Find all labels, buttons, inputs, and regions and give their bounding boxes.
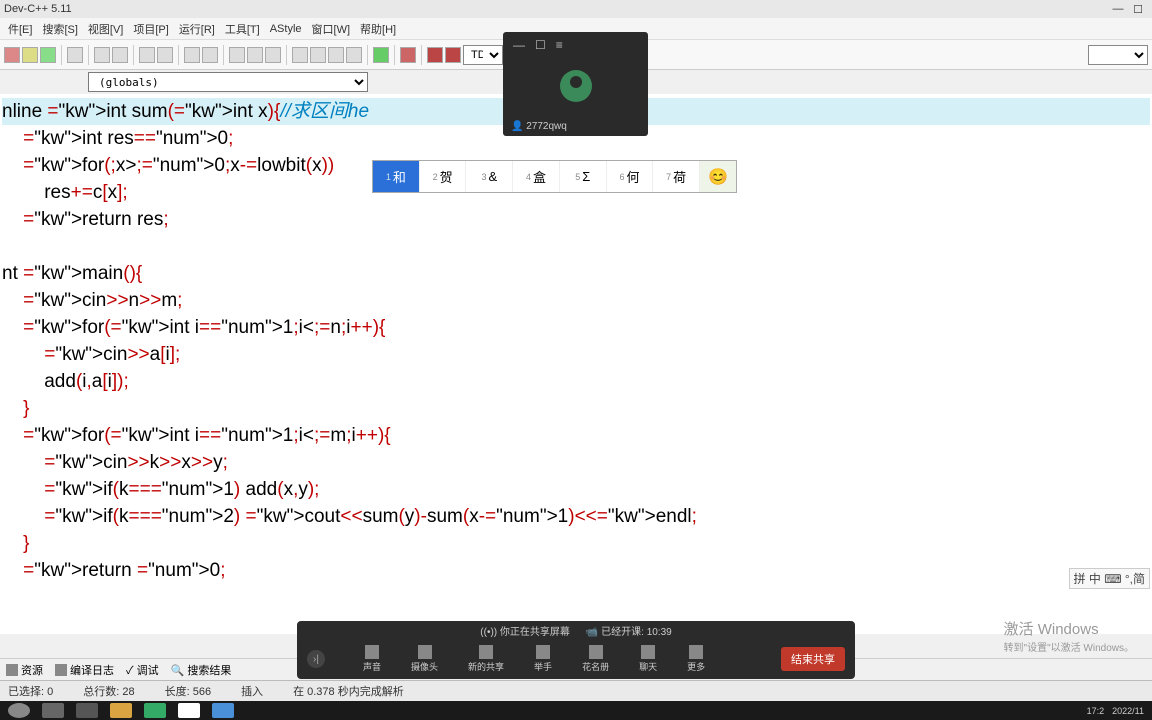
code-line[interactable]: ="kw">if(k==="num">1) add(x,y); [2, 476, 1150, 503]
code-line[interactable]: add(i,a[i]); [2, 368, 1150, 395]
ime-candidate[interactable]: 3& [466, 161, 513, 192]
back-icon[interactable] [229, 47, 245, 63]
avatar [560, 70, 592, 102]
ime-candidate-bar[interactable]: 1和2贺3&4盒5Σ6何7荷😊 [372, 160, 737, 193]
status-selection: 已选择: 0 [8, 683, 53, 699]
taskbar-app1[interactable] [76, 703, 98, 718]
video-min-icon[interactable]: — [513, 38, 525, 52]
menu-tools[interactable]: 工具[T] [220, 21, 265, 37]
compiler-combo1[interactable]: TD [463, 45, 503, 65]
find-icon[interactable] [139, 47, 155, 63]
meeting-more[interactable]: 更多 [687, 645, 705, 673]
video-menu-icon[interactable]: ≡ [556, 38, 563, 52]
tab-debug[interactable]: ✓ 调试 [126, 662, 159, 678]
tab-resource[interactable]: 资源 [6, 662, 43, 678]
replace-icon[interactable] [157, 47, 173, 63]
status-lines: 总行数: 28 [83, 683, 134, 699]
tab-compile-log[interactable]: 编译日志 [55, 662, 114, 678]
clock-date[interactable]: 2022/11 [1112, 706, 1144, 716]
print-icon[interactable] [67, 47, 83, 63]
tab-search-results[interactable]: 🔍 搜索结果 [171, 662, 232, 678]
ime-candidate[interactable]: 1和 [373, 161, 420, 192]
ime-candidate[interactable]: 6何 [607, 161, 654, 192]
taskbar-app2[interactable] [144, 703, 166, 718]
maximize-button[interactable]: ☐ [1128, 3, 1148, 16]
toggle2-icon[interactable] [202, 47, 218, 63]
menu-view[interactable]: 视图[V] [83, 21, 128, 37]
save-icon[interactable] [40, 47, 56, 63]
share-status: ((•)) 你正在共享屏幕 [480, 623, 570, 638]
compiler-combo2[interactable] [1088, 45, 1148, 65]
taskbar-search-icon[interactable] [8, 703, 30, 718]
menu-help[interactable]: 帮助[H] [355, 21, 401, 37]
meeting-newshare[interactable]: 新的共享 [468, 645, 504, 673]
ime-candidate[interactable]: 2贺 [420, 161, 467, 192]
status-length: 长度: 566 [165, 683, 211, 699]
ime-candidate[interactable]: 5Σ [560, 161, 607, 192]
status-bar: 已选择: 0 总行数: 28 长度: 566 插入 在 0.378 秒内完成解析 [0, 680, 1152, 701]
clock-time[interactable]: 17:2 [1087, 706, 1105, 716]
taskbar[interactable]: 17:2 2022/11 [0, 701, 1152, 720]
video-max-icon[interactable]: ☐ [535, 38, 546, 52]
debug2-icon[interactable] [445, 47, 461, 63]
code-line[interactable]: ="kw">if(k==="num">2) ="kw">cout<<sum(y)… [2, 503, 1150, 530]
grid3-icon[interactable] [328, 47, 344, 63]
taskbar-chrome[interactable] [178, 703, 200, 718]
taskbar-explorer[interactable] [110, 703, 132, 718]
ime-indicator[interactable]: 拼 中 ⌨ °,简 [1069, 568, 1150, 589]
grid1-icon[interactable] [292, 47, 308, 63]
stop-icon[interactable] [400, 47, 416, 63]
code-line[interactable]: ="kw">return res; [2, 206, 1150, 233]
open-icon[interactable] [22, 47, 38, 63]
grid4-icon[interactable] [346, 47, 362, 63]
meeting-camera[interactable]: 摄像头 [411, 645, 438, 673]
code-line[interactable]: ="kw">for(="kw">int i=="num">1;i<;=n;i++… [2, 314, 1150, 341]
title-bar: Dev-C++ 5.11 — ☐ [0, 0, 1152, 18]
code-line[interactable] [2, 233, 1150, 260]
menu-window[interactable]: 窗口[W] [307, 21, 356, 37]
status-parse-time: 在 0.378 秒内完成解析 [293, 683, 404, 699]
toggle1-icon[interactable] [184, 47, 200, 63]
meeting-expand-icon[interactable]: ›| [307, 650, 325, 668]
fwd-icon[interactable] [247, 47, 263, 63]
code-line[interactable]: ="kw">cin>>n>>m; [2, 287, 1150, 314]
code-line[interactable]: ="kw">cin>>a[i]; [2, 341, 1150, 368]
meeting-toolbar[interactable]: ((•)) 你正在共享屏幕 📹 已经开课: 10:39 ›| 声音 摄像头 新的… [297, 621, 855, 679]
code-line[interactable]: nt ="kw">main(){ [2, 260, 1150, 287]
menu-astyle[interactable]: AStyle [265, 23, 307, 35]
meeting-timer: 📹 已经开课: 10:39 [586, 623, 672, 638]
ime-candidate[interactable]: 4盒 [513, 161, 560, 192]
ime-emoji-button[interactable]: 😊 [700, 161, 736, 192]
meeting-raisehand[interactable]: 举手 [534, 645, 552, 673]
video-username: 👤 2772qwq [511, 121, 567, 132]
taskbar-devcpp[interactable] [212, 703, 234, 718]
minimize-button[interactable]: — [1108, 3, 1128, 15]
compile-icon[interactable] [373, 47, 389, 63]
bookmark-icon[interactable] [265, 47, 281, 63]
code-line[interactable]: } [2, 530, 1150, 557]
undo-icon[interactable] [94, 47, 110, 63]
code-line[interactable]: ="kw">return ="num">0; [2, 557, 1150, 584]
new-icon[interactable] [4, 47, 20, 63]
ime-candidate[interactable]: 7荷 [653, 161, 700, 192]
meeting-roster[interactable]: 花名册 [582, 645, 609, 673]
meeting-chat[interactable]: 聊天 [639, 645, 657, 673]
globals-dropdown[interactable]: (globals) [88, 72, 368, 92]
grid2-icon[interactable] [310, 47, 326, 63]
status-insert: 插入 [241, 683, 263, 699]
debug1-icon[interactable] [427, 47, 443, 63]
menu-run[interactable]: 运行[R] [174, 21, 220, 37]
app-title: Dev-C++ 5.11 [4, 3, 72, 15]
meeting-audio[interactable]: 声音 [363, 645, 381, 673]
redo-icon[interactable] [112, 47, 128, 63]
code-line[interactable]: ="kw">cin>>k>>x>>y; [2, 449, 1150, 476]
menu-project[interactable]: 项目[P] [128, 21, 173, 37]
meeting-end-share-button[interactable]: 结束共享 [781, 647, 845, 671]
taskbar-taskview-icon[interactable] [42, 703, 64, 718]
code-line[interactable]: } [2, 395, 1150, 422]
code-line[interactable]: ="kw">for(="kw">int i=="num">1;i<;=m;i++… [2, 422, 1150, 449]
menu-search[interactable]: 搜索[S] [37, 21, 82, 37]
video-overlay[interactable]: — ☐ ≡ 👤 2772qwq [503, 32, 648, 136]
menu-file[interactable]: 件[E] [3, 21, 37, 37]
